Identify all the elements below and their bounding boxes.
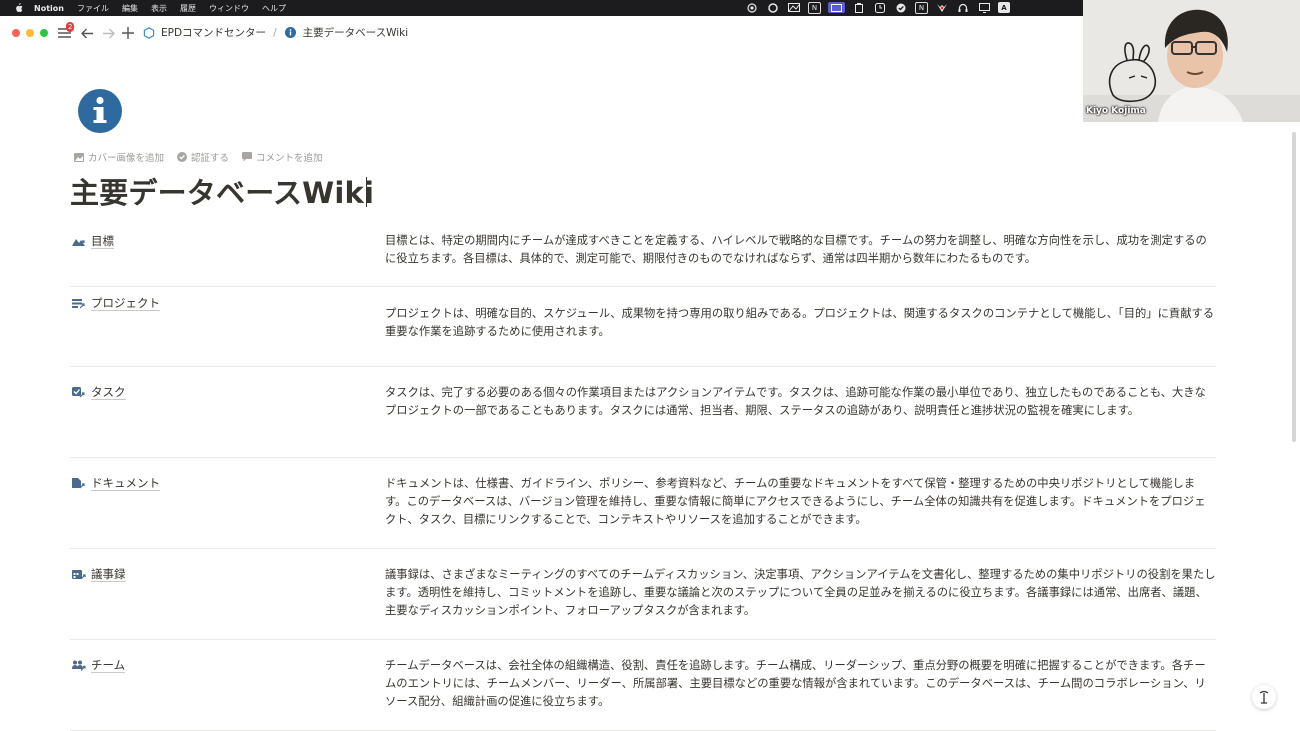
meeting-notes-icon [72,569,86,581]
zoom-window-button[interactable] [40,29,48,37]
apple-icon[interactable] [12,3,24,13]
breadcrumb: EPDコマンドセンター / 主要データベースWiki [142,25,408,40]
timer-icon[interactable] [873,2,887,13]
row-link-tasks[interactable]: タスク [72,385,126,400]
add-cover-label: カバー画像を追加 [88,153,165,164]
row-description: 議事録は、さまざまなミーティングのすべてのチームディスカッション、決定事項、アク… [385,568,1216,617]
row-name-label: 目標 [91,234,114,249]
webcam-overlay: Kiyo Kojima [1083,0,1300,122]
row-description: ドキュメントは、仕様書、ガイドライン、ポリシー、参考資料など、チームの重要なドキ… [385,477,1206,526]
command-center-icon [142,26,155,39]
list-item: チーム チームデータベースは、会社全体の組織構造、役割、責任を追跡します。チーム… [70,640,1216,731]
headphones-icon[interactable] [956,2,970,13]
team-icon [72,660,86,672]
input-source-icon[interactable]: A [998,2,1010,13]
menu-window[interactable]: ウィンドウ [209,3,249,14]
clipboard-icon[interactable] [852,2,866,13]
info-icon [284,26,297,39]
row-name-label: ドキュメント [91,476,160,491]
row-description: プロジェクトは、明確な目的、スケジュール、成果物を持つ専用の取り組みである。プロ… [385,307,1215,338]
goal-icon [72,236,86,248]
add-comment-button[interactable]: コメントを追加 [241,150,323,164]
menu-file[interactable]: ファイル [77,3,109,14]
row-name-label: 議事録 [91,567,126,582]
forward-arrow-icon[interactable] [101,24,115,42]
grammar-icon[interactable] [766,2,780,13]
list-item: タスク タスクは、完了する必要のある個々の作業項目またはアクションアイテムです。… [70,367,1216,458]
row-link-documents[interactable]: ドキュメント [72,476,160,491]
checkmark-icon[interactable] [894,2,908,13]
task-icon [72,387,86,399]
help-icon [1259,690,1269,704]
breadcrumb-separator: / [273,26,277,39]
page-header-actions: カバー画像を追加 認証する コメントを追加 [73,150,335,164]
verified-icon [176,152,187,163]
document-icon [72,478,86,490]
row-description: チームデータベースは、会社全体の組織構造、役割、責任を追跡します。チーム構成、リ… [385,659,1206,708]
row-link-goals[interactable]: 目標 [72,234,114,249]
list-item: 議事録 議事録は、さまざまなミーティングのすべてのチームディスカッション、決定事… [70,549,1216,640]
menu-notion[interactable]: Notion [34,4,64,13]
webcam-name-label: Kiyo Kojima [1086,106,1146,116]
menu-history[interactable]: 履歴 [180,3,196,14]
comment-icon [241,152,252,163]
back-arrow-icon[interactable] [80,24,94,42]
page-title[interactable]: 主要データベースWiki [70,170,374,212]
row-description: タスクは、完了する必要のある個々の作業項目またはアクションアイテムです。タスクは… [385,386,1206,417]
help-button[interactable] [1252,685,1276,709]
text-cursor [366,177,367,207]
notification-badge: 2 [66,22,75,32]
list-item: ドキュメント ドキュメントは、仕様書、ガイドライン、ポリシー、参考資料など、チー… [70,458,1216,549]
breadcrumb-database-wiki[interactable]: 主要データベースWiki [303,25,409,40]
row-name-label: タスク [91,385,126,400]
verify-button[interactable]: 認証する [176,150,229,164]
add-cover-button[interactable]: カバー画像を追加 [73,150,164,164]
page-info-icon[interactable] [78,89,122,133]
row-link-projects[interactable]: プロジェクト [72,296,160,311]
display-icon[interactable] [977,2,991,13]
bear-icon[interactable] [935,2,949,13]
menu-edit[interactable]: 編集 [122,3,138,14]
webcam-person-image [1083,0,1300,122]
minimize-window-button[interactable] [26,29,34,37]
image-tool-icon[interactable] [787,2,801,13]
add-comment-label: コメントを追加 [256,153,323,164]
scrollbar[interactable] [1292,132,1296,442]
list-item: プロジェクト プロジェクトは、明確な目的、スケジュール、成果物を持つ専用の取り組… [70,287,1216,367]
verify-label: 認証する [191,153,230,164]
project-icon [72,298,86,310]
database-list: 目標 目標とは、特定の期間内にチームが達成すべきことを定義する、ハイレベルで戦略… [70,226,1216,731]
menu-view[interactable]: 表示 [151,3,167,14]
screen-share-icon[interactable] [828,2,845,13]
notion-tray-icon[interactable]: N [808,2,821,14]
image-icon [73,152,84,163]
row-link-teams[interactable]: チーム [72,658,126,673]
row-name-label: プロジェクト [91,296,160,311]
menu-bar-tray: N N A [745,2,1017,14]
notion-calendar-icon[interactable]: N [915,2,928,14]
screen-record-icon[interactable] [745,2,759,13]
close-window-button[interactable] [12,29,20,37]
menu-help[interactable]: ヘルプ [262,3,286,14]
breadcrumb-command-center[interactable]: EPDコマンドセンター [161,25,266,40]
row-name-label: チーム [91,658,126,673]
new-page-plus-icon[interactable] [121,24,135,42]
row-link-meeting-notes[interactable]: 議事録 [72,567,126,582]
list-item: 目標 目標とは、特定の期間内にチームが達成すべきことを定義する、ハイレベルで戦略… [70,226,1216,287]
row-description: 目標とは、特定の期間内にチームが達成すべきことを定義する、ハイレベルで戦略的な目… [385,234,1207,265]
